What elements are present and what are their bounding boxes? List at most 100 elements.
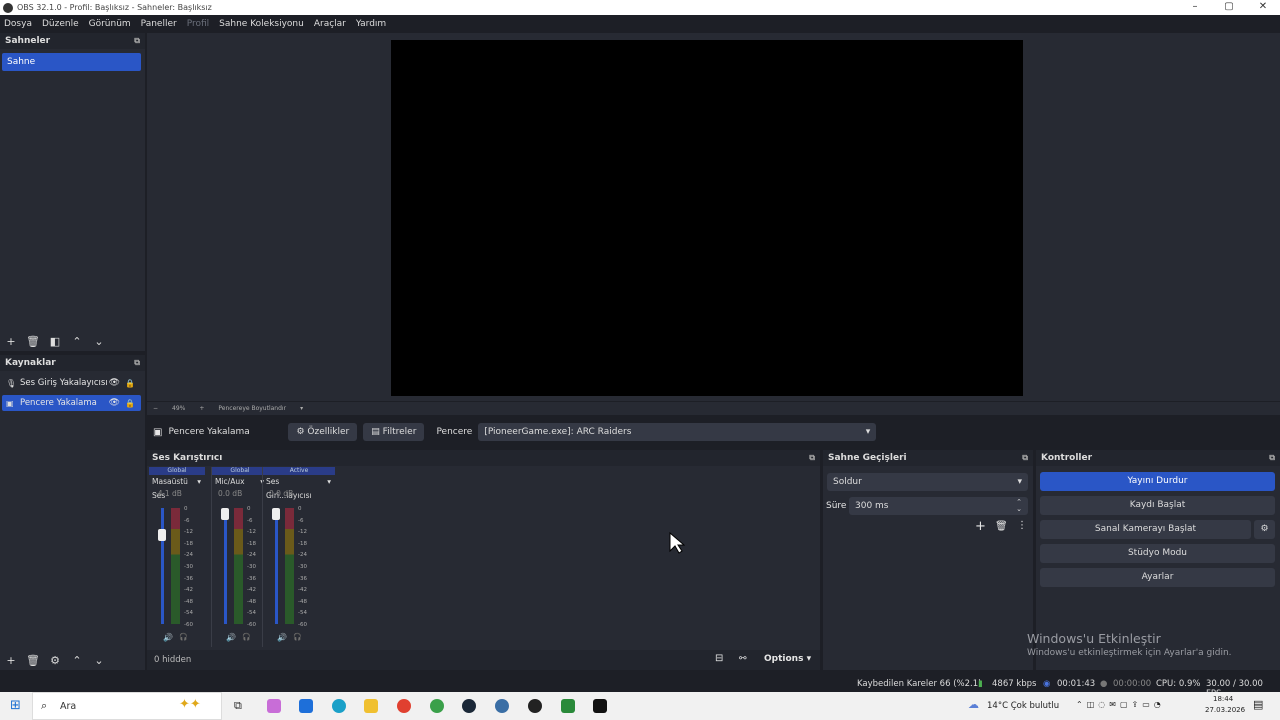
- volume-fader-handle[interactable]: [158, 528, 166, 541]
- link-icon[interactable]: ⚯: [739, 654, 747, 664]
- visibility-eye-icon[interactable]: 👁: [109, 378, 120, 388]
- channel-name-menu[interactable]: Ses Giri...layıcısı ▾: [263, 475, 335, 500]
- outlook-icon[interactable]: [299, 699, 313, 713]
- menu-view[interactable]: Görünüm: [89, 19, 131, 29]
- layout-icon[interactable]: ⊟: [715, 653, 723, 664]
- volume-fader-track[interactable]: [275, 508, 278, 624]
- taskbar-search[interactable]: ⌕ Ara ✦✦: [32, 692, 222, 720]
- clock-date[interactable]: 27.03.2026: [1205, 706, 1245, 714]
- arrow-up-icon[interactable]: ⌃: [66, 654, 88, 667]
- source-item[interactable]: ▣ Pencere Yakalama 👁 🔒: [2, 395, 141, 411]
- clock-time[interactable]: 18:44: [1213, 695, 1233, 703]
- file-explorer-icon[interactable]: [364, 699, 378, 713]
- undock-icon[interactable]: ⧉: [134, 358, 140, 368]
- duration-field[interactable]: 300 ms ⌃ ⌄: [849, 497, 1028, 515]
- trash-icon[interactable]: 🗑: [22, 654, 44, 667]
- menu-tools[interactable]: Araçlar: [314, 19, 346, 29]
- meter-scale-label: -54: [184, 610, 193, 617]
- window-select[interactable]: [PioneerGame.exe]: ARC Raiders ▾: [478, 423, 877, 441]
- studio-mode-button[interactable]: Stüdyo Modu: [1040, 544, 1275, 563]
- start-recording-button[interactable]: Kaydı Başlat: [1040, 496, 1275, 515]
- options-button[interactable]: Options ▾: [764, 654, 811, 664]
- filter-icon[interactable]: ◧: [44, 335, 66, 348]
- game-icon[interactable]: [561, 699, 575, 713]
- notification-icon[interactable]: ▤: [1253, 698, 1263, 711]
- lock-icon[interactable]: 🔒: [125, 399, 135, 408]
- cpu-usage: CPU: 0.9%: [1156, 679, 1201, 689]
- meter-scale-label: -48: [184, 598, 193, 605]
- add-icon[interactable]: +: [0, 335, 22, 348]
- task-view-icon[interactable]: ⧉: [234, 699, 242, 713]
- more-icon[interactable]: ⋮: [1017, 520, 1027, 531]
- trash-icon[interactable]: 🗑: [22, 335, 44, 348]
- arrow-down-icon[interactable]: ⌄: [88, 335, 110, 348]
- mute-speaker-icon[interactable]: 🔊: [226, 633, 236, 642]
- terminal-icon[interactable]: [593, 699, 607, 713]
- chrome-icon[interactable]: [397, 699, 411, 713]
- menu-edit[interactable]: Düzenle: [42, 19, 79, 29]
- menu-file[interactable]: Dosya: [4, 19, 32, 29]
- undock-icon[interactable]: ⧉: [809, 453, 815, 463]
- meter-scale-label: -24: [247, 552, 256, 559]
- copilot-icon[interactable]: [267, 699, 281, 713]
- meter-scale-label: -60: [184, 622, 193, 628]
- volume-fader-track[interactable]: [161, 508, 164, 624]
- menu-scene-collection[interactable]: Sahne Koleksiyonu: [219, 19, 304, 29]
- undock-icon[interactable]: ⧉: [1022, 453, 1028, 463]
- settings-button[interactable]: Ayarlar: [1040, 568, 1275, 587]
- add-icon[interactable]: +: [975, 519, 986, 534]
- obs-icon[interactable]: [528, 699, 542, 713]
- maximize-button[interactable]: ▢: [1212, 0, 1246, 15]
- app-icon[interactable]: [495, 699, 509, 713]
- lock-icon[interactable]: 🔒: [125, 379, 135, 388]
- chrome-profile-icon[interactable]: [430, 699, 444, 713]
- menu-help[interactable]: Yardım: [356, 19, 386, 29]
- windows-start-icon[interactable]: ⊞: [10, 698, 21, 713]
- transition-select[interactable]: Soldur ▾: [827, 473, 1028, 491]
- system-tray-icons[interactable]: ⌃◫◌✉▢⇪▭◔: [1076, 700, 1165, 709]
- chevron-down-icon[interactable]: ▾: [300, 405, 303, 412]
- filters-button[interactable]: ▤ Filtreler: [363, 423, 425, 441]
- meter-scale-label: -6: [298, 517, 304, 524]
- monitor-headphones-icon[interactable]: 🎧: [179, 633, 188, 641]
- mouse-cursor-icon: [669, 532, 685, 554]
- arrow-down-icon[interactable]: ⌄: [88, 654, 110, 667]
- add-icon[interactable]: +: [0, 654, 22, 667]
- source-item[interactable]: 🎙 Ses Giriş Yakalayıcısı 👁 🔒: [2, 375, 141, 391]
- menu-profile[interactable]: Profil: [187, 19, 209, 29]
- menu-docks[interactable]: Paneller: [141, 19, 177, 29]
- volume-fader-track[interactable]: [224, 508, 227, 624]
- volume-fader-handle[interactable]: [272, 508, 280, 520]
- gear-icon[interactable]: ⚙: [44, 654, 66, 667]
- close-button[interactable]: ✕: [1246, 0, 1280, 15]
- zoom-out-button[interactable]: −: [153, 405, 158, 412]
- volume-fader-handle[interactable]: [221, 508, 229, 520]
- scene-item[interactable]: Sahne: [2, 53, 141, 71]
- preview-canvas[interactable]: [391, 40, 1023, 396]
- undock-icon[interactable]: ⧉: [134, 36, 140, 46]
- monitor-headphones-icon[interactable]: 🎧: [293, 633, 302, 641]
- mute-speaker-icon[interactable]: 🔊: [163, 633, 173, 642]
- channel-name-menu[interactable]: Masaüstü Ses ▾: [149, 475, 205, 500]
- minimize-button[interactable]: –: [1178, 0, 1212, 15]
- properties-button[interactable]: ⚙ Özellikler: [288, 423, 358, 441]
- channel-name-menu[interactable]: Mic/Aux▾: [212, 475, 268, 489]
- source-label: Pencere Yakalama: [20, 398, 97, 408]
- weather-text[interactable]: 14°C Çok bulutlu: [987, 701, 1059, 711]
- steam-icon[interactable]: [462, 699, 476, 713]
- trash-icon[interactable]: 🗑: [995, 521, 1008, 532]
- arrow-up-icon[interactable]: ⌃: [66, 335, 88, 348]
- meter-scale-label: -6: [184, 517, 190, 524]
- monitor-headphones-icon[interactable]: 🎧: [242, 633, 251, 641]
- stop-streaming-button[interactable]: Yayını Durdur: [1040, 472, 1275, 491]
- spin-arrows-icon[interactable]: ⌃ ⌄: [1016, 499, 1022, 513]
- resize-to-window-button[interactable]: Pencereye Boyutlandır: [218, 405, 286, 412]
- mute-speaker-icon[interactable]: 🔊: [277, 633, 287, 642]
- edge-icon[interactable]: [332, 699, 346, 713]
- undock-icon[interactable]: ⧉: [1269, 453, 1275, 463]
- meter-scale-label: -24: [184, 552, 193, 559]
- zoom-in-button[interactable]: +: [199, 405, 204, 412]
- start-virtual-camera-button[interactable]: Sanal Kamerayı Başlat: [1040, 520, 1251, 539]
- visibility-eye-icon[interactable]: 👁: [109, 398, 120, 408]
- virtual-camera-settings-button[interactable]: ⚙: [1254, 520, 1275, 539]
